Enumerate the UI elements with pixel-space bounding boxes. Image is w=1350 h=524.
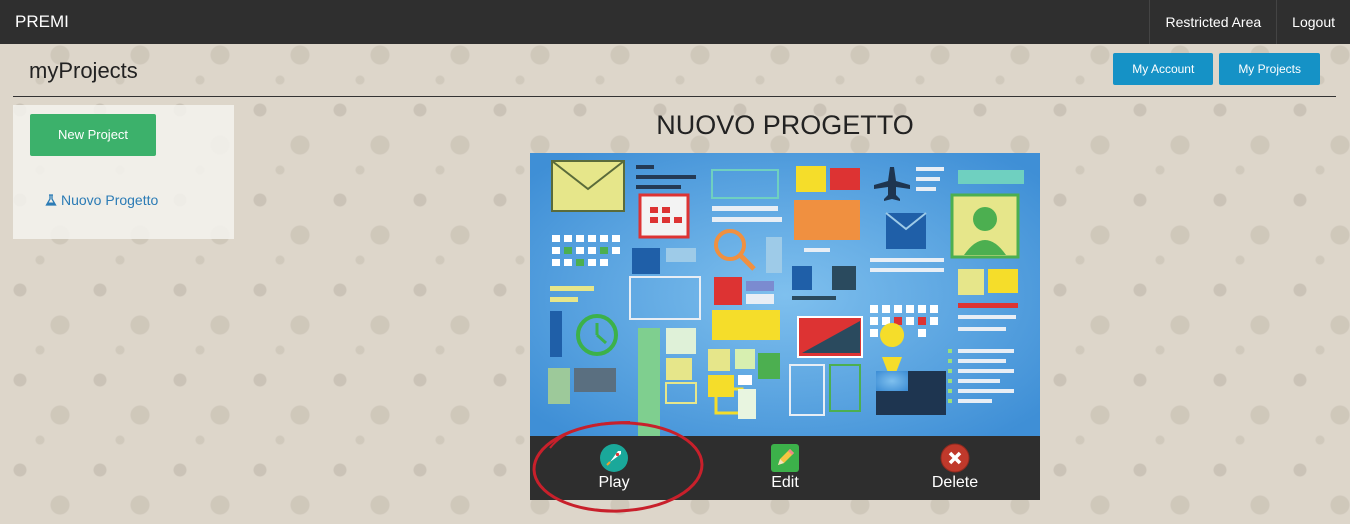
brand-logo[interactable]: PREMI xyxy=(15,12,69,32)
sidebar-item-label: Nuovo Progetto xyxy=(61,192,159,208)
top-navbar: PREMI Restricted Area Logout xyxy=(0,0,1350,44)
page-title: myProjects xyxy=(29,58,138,83)
sidebar: New Project Nuovo Progetto xyxy=(13,105,234,239)
restricted-area-link[interactable]: Restricted Area xyxy=(1149,0,1276,44)
edit-button[interactable]: Edit xyxy=(725,436,845,500)
new-project-button[interactable]: New Project xyxy=(30,114,156,156)
project-cover-image xyxy=(530,153,1040,437)
delete-label: Delete xyxy=(931,474,979,491)
account-buttons: My Account My Projects xyxy=(1113,53,1320,85)
flask-icon xyxy=(45,194,57,206)
rocket-icon xyxy=(600,444,628,472)
project-action-bar: Play Edit Delete xyxy=(530,436,1040,500)
play-label: Play xyxy=(598,474,630,491)
edit-label: Edit xyxy=(771,474,799,491)
navbar-links: Restricted Area Logout xyxy=(1149,0,1350,44)
logout-link[interactable]: Logout xyxy=(1276,0,1350,44)
my-account-button[interactable]: My Account xyxy=(1113,53,1214,85)
pencil-icon xyxy=(771,444,799,472)
my-projects-button[interactable]: My Projects xyxy=(1219,53,1320,85)
sidebar-item-nuovo-progetto[interactable]: Nuovo Progetto xyxy=(45,192,158,208)
header-divider xyxy=(13,96,1336,97)
delete-button[interactable]: Delete xyxy=(895,436,1015,500)
play-button[interactable]: Play xyxy=(554,436,674,500)
close-icon xyxy=(940,443,970,473)
project-title: NUOVO PROGETTO xyxy=(656,110,914,140)
